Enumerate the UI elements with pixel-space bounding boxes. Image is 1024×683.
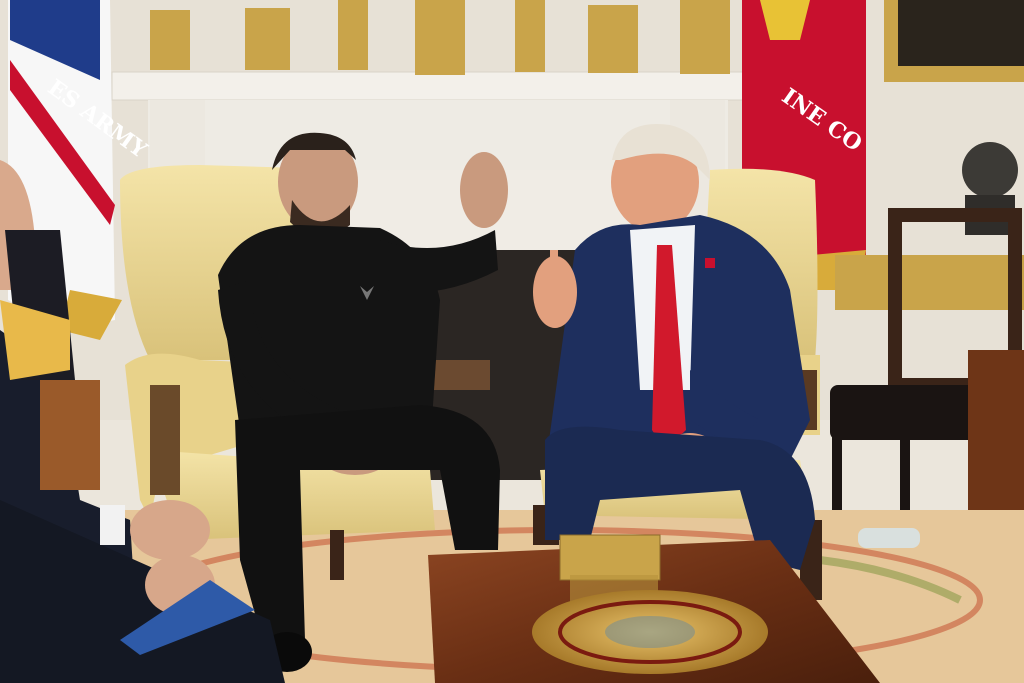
photo-illustration: ES ARMY INE CO — [0, 0, 1024, 683]
photo-scene: ES ARMY INE CO — [0, 0, 1024, 683]
painting-frame — [884, 0, 1024, 82]
water-bottle — [858, 528, 920, 548]
